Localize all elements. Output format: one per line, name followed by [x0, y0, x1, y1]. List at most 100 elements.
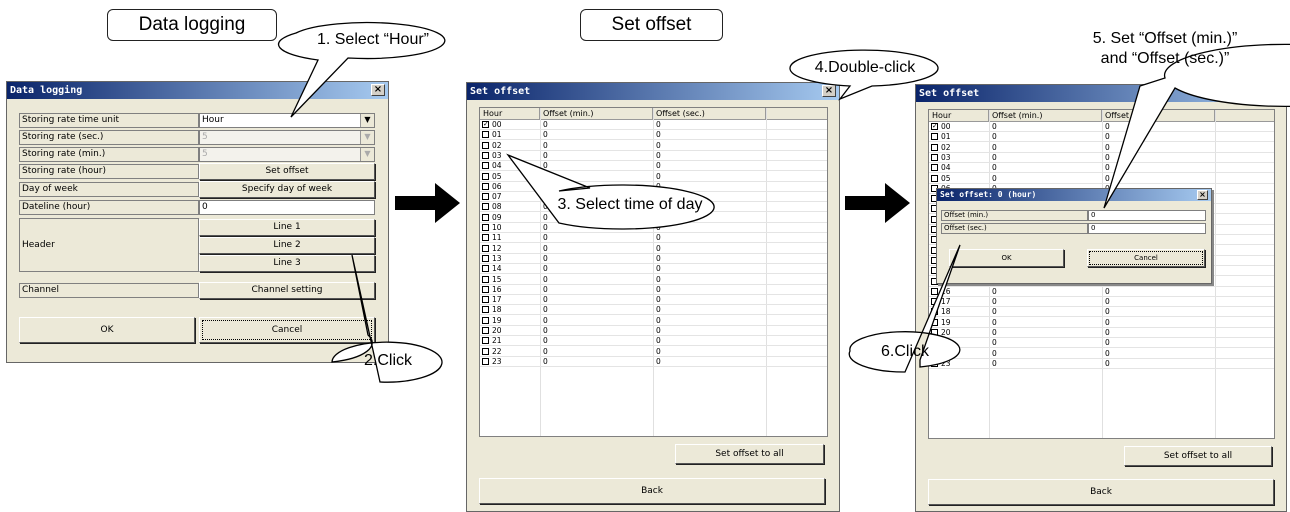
offset-sec-input[interactable]: 0 [1088, 223, 1206, 234]
header-line-2-button[interactable]: Line 2 [199, 237, 375, 254]
table-row[interactable]: 16 0 0 [480, 285, 827, 295]
header-line-1-button[interactable]: Line 1 [199, 219, 375, 236]
table-row[interactable]: 14 0 0 [480, 264, 827, 275]
table-row[interactable]: 16 0 0 [929, 287, 1274, 297]
hour-checkbox[interactable] [482, 337, 489, 345]
hour-checkbox[interactable] [482, 234, 489, 242]
table-row[interactable]: 12 0 0 [480, 244, 827, 254]
hour-checkbox[interactable] [482, 357, 489, 365]
channel-setting-button[interactable]: Channel setting [199, 282, 375, 299]
table-row[interactable]: 09 0 0 [480, 213, 827, 223]
storing-rate-min-select[interactable]: 5 ▼ [199, 147, 375, 162]
hour-checkbox[interactable] [482, 193, 489, 201]
back-button[interactable]: Back [479, 478, 825, 504]
hour-checkbox[interactable] [482, 285, 489, 293]
close-icon[interactable]: × [822, 85, 836, 97]
hour-checkbox[interactable] [482, 244, 489, 252]
table-row[interactable]: 11 0 0 [480, 233, 827, 244]
chevron-down-icon[interactable]: ▼ [360, 114, 374, 127]
set-offset-button[interactable]: Set offset [199, 163, 375, 180]
hour-checkbox[interactable] [931, 308, 938, 316]
storing-rate-time-unit-select[interactable]: Hour ▼ [199, 113, 375, 128]
close-icon[interactable]: × [1269, 87, 1283, 99]
hour-checkbox[interactable] [482, 131, 489, 139]
back-button-2[interactable]: Back [928, 479, 1274, 505]
header-line-3-button[interactable]: Line 3 [199, 255, 375, 272]
table-row[interactable]: 01 0 0 [929, 132, 1274, 143]
dateline-input[interactable]: 0 [199, 200, 375, 215]
hour-checkbox[interactable] [482, 347, 489, 355]
hour-checkbox[interactable] [931, 329, 938, 336]
hour-checkbox[interactable] [931, 153, 938, 161]
table-row[interactable]: 1500 [480, 275, 827, 285]
table-row[interactable]: 23 0 0 [480, 357, 827, 367]
ok-button[interactable]: OK [19, 317, 195, 343]
table-row[interactable]: 17 0 0 [929, 297, 1274, 308]
table-row[interactable]: ✓ 00 0 0 [480, 120, 827, 130]
hour-checkbox[interactable] [482, 306, 489, 314]
chevron-down-icon[interactable]: ▼ [360, 148, 374, 161]
hour-checkbox[interactable] [931, 164, 938, 172]
table-row[interactable]: 21 0 0 [480, 336, 827, 347]
hour-checkbox[interactable] [482, 203, 489, 211]
offset-sec-cell: 0 [656, 305, 661, 315]
table-row[interactable]: 03 0 0 [480, 151, 827, 161]
hour-checkbox[interactable] [931, 174, 938, 182]
table-row[interactable]: 05 0 0 [480, 172, 827, 182]
table-row[interactable]: 01 0 0 [480, 130, 827, 141]
offset-min-input[interactable]: 0 [1088, 210, 1206, 221]
dialog-ok-button[interactable]: OK [949, 249, 1064, 267]
table-row[interactable]: 06 0 0 [480, 182, 827, 192]
hour-checkbox[interactable] [482, 327, 489, 334]
table-row[interactable]: 20 0 0 [929, 328, 1274, 338]
table-row[interactable]: 04 0 0 [929, 163, 1274, 174]
storing-rate-sec-select[interactable]: 5 ▼ [199, 130, 375, 145]
hour-checkbox[interactable] [931, 318, 938, 326]
hour-checkbox[interactable] [931, 298, 938, 306]
table-row[interactable]: 02 0 0 [480, 141, 827, 151]
hour-checkbox[interactable] [482, 296, 489, 304]
cancel-button[interactable]: Cancel [199, 317, 375, 343]
table-row[interactable]: 19 0 0 [480, 316, 827, 326]
hour-cell: 16 [492, 284, 502, 294]
close-icon[interactable]: × [1197, 190, 1208, 200]
table-row[interactable]: 17 0 0 [480, 295, 827, 306]
hour-checkbox[interactable]: ✓ [931, 123, 938, 130]
table-row[interactable]: 21 0 0 [929, 338, 1274, 349]
hour-checkbox[interactable] [482, 172, 489, 180]
hour-checkbox[interactable] [482, 162, 489, 170]
set-offset-to-all-button-2[interactable]: Set offset to all [1124, 446, 1272, 466]
chevron-down-icon[interactable]: ▼ [360, 131, 374, 144]
hour-checkbox[interactable] [482, 316, 489, 324]
hour-checkbox[interactable] [482, 254, 489, 262]
table-row[interactable]: 23 0 0 [929, 359, 1274, 369]
set-offset-to-all-button[interactable]: Set offset to all [675, 444, 824, 464]
table-row[interactable]: 22 0 0 [929, 349, 1274, 359]
table-row[interactable]: ✓ 00 0 0 [929, 122, 1274, 132]
hour-checkbox[interactable] [482, 224, 489, 231]
hour-checkbox[interactable] [482, 141, 489, 149]
table-row[interactable]: 03 0 0 [929, 153, 1274, 163]
hour-checkbox[interactable] [931, 143, 938, 151]
table-row[interactable]: 02 0 0 [929, 143, 1274, 153]
hour-checkbox[interactable] [931, 287, 938, 295]
table-row[interactable]: 05 0 0 [929, 174, 1274, 184]
table-row[interactable]: 20 0 0 [480, 326, 827, 336]
hour-checkbox[interactable] [482, 275, 489, 283]
hour-checkbox[interactable] [931, 133, 938, 141]
table-row[interactable]: 22 0 0 [480, 347, 827, 357]
table-row[interactable]: 18 0 0 [929, 307, 1274, 318]
close-icon[interactable]: × [371, 84, 385, 96]
specify-day-of-week-button[interactable]: Specify day of week [199, 181, 375, 198]
dialog-cancel-button[interactable]: Cancel [1087, 249, 1205, 267]
table-row[interactable]: 10 0 0 [480, 223, 827, 233]
hour-checkbox[interactable]: ✓ [482, 121, 489, 128]
hour-checkbox[interactable] [482, 213, 489, 221]
table-row[interactable]: 19 0 0 [929, 318, 1274, 328]
table-row[interactable]: 18 0 0 [480, 305, 827, 316]
hour-checkbox[interactable] [482, 151, 489, 159]
hour-checkbox[interactable] [482, 265, 489, 273]
table-row[interactable]: 13 0 0 [480, 254, 827, 264]
hour-checkbox[interactable] [482, 182, 489, 190]
table-row[interactable]: 04 0 0 [480, 161, 827, 172]
